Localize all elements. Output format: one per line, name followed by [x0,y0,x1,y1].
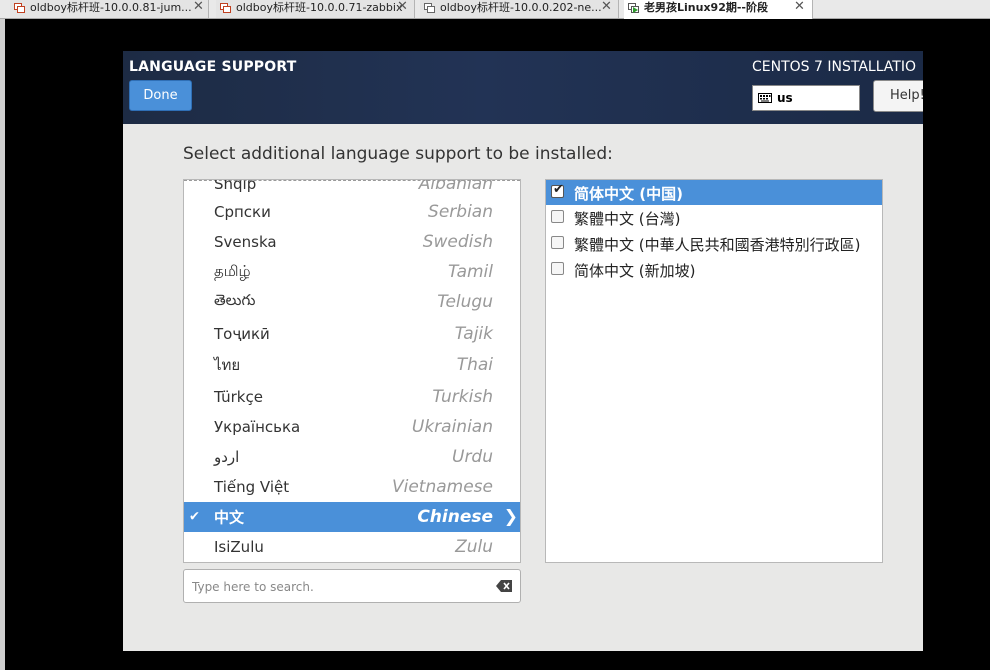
product-title: CENTOS 7 INSTALLATIO [752,59,917,75]
language-row[interactable]: தமிழ் Tamil [184,257,520,287]
language-english-name: Turkish [432,387,493,407]
language-native-name: 中文 [214,508,245,527]
checkmark-icon: ✔ [553,182,564,197]
tab-session-4[interactable]: 老男孩Linux92期--阶段 ✕ [624,0,813,19]
close-icon[interactable]: ✕ [193,0,204,15]
tab-session-1[interactable]: oldboy标杆班-10.0.0.81-jum... ✕ [10,0,209,18]
locale-label: 简体中文 (新加坡) [574,262,696,280]
help-button[interactable]: Help! [873,80,923,112]
keyboard-icon [758,93,772,103]
language-native-name: IsiZulu [214,538,264,556]
language-english-name: Albanian [418,179,493,194]
language-native-name: ไทย [214,356,241,374]
language-row[interactable]: తెలుగు Telugu [184,287,520,317]
close-icon[interactable]: ✕ [397,0,408,15]
language-english-name: Swedish [422,232,493,252]
locale-label: 繁體中文 (中華人民共和國香港特別行政區) [574,236,861,254]
language-row[interactable]: اردو Urdu [184,442,520,472]
locale-row[interactable]: 繁體中文 (台灣) [546,205,882,230]
language-native-name: Тоҷикӣ [214,325,270,343]
close-icon[interactable]: ✕ [601,0,612,15]
language-english-name: Chinese [417,507,493,527]
search-box[interactable] [183,569,521,603]
language-row[interactable]: Српски Serbian [184,197,520,227]
language-row[interactable]: Shqip Albanian [184,179,520,199]
locale-row[interactable]: ✔ 简体中文 (中国) [546,180,882,205]
instruction-text: Select additional language support to be… [183,144,613,164]
language-native-name: Türkçe [214,388,263,406]
installer-window: LANGUAGE SUPPORT Done CENTOS 7 INSTALLAT… [123,51,923,651]
language-native-name: Српски [214,203,271,221]
language-english-name: Urdu [452,447,493,467]
search-input[interactable] [190,576,484,598]
language-english-name: Ukrainian [411,417,493,437]
language-english-name: Tamil [447,262,493,282]
language-native-name: தமிழ் [214,262,251,280]
locale-checkbox[interactable] [551,262,564,275]
page-title: LANGUAGE SUPPORT [129,59,297,75]
language-english-name: Vietnamese [391,477,493,497]
done-button[interactable]: Done [129,80,192,111]
language-row[interactable]: ✔ 中文 Chinese ❯ [184,502,520,532]
language-english-name: Telugu [437,292,493,312]
language-native-name: Tiếng Việt [214,478,290,496]
terminal-session-icon [14,3,25,13]
locale-row[interactable]: 繁體中文 (中華人民共和國香港特別行政區) [546,231,882,256]
language-list[interactable]: Shqip Albanian Српски Serbian Svenska Swedish… [183,179,521,563]
language-native-name: తెలుగు [214,291,256,309]
language-native-name: اردو [214,448,240,466]
language-row[interactable]: Tiếng Việt Vietnamese [184,472,520,502]
tab-title: oldboy标杆班-10.0.0.81-jum... [30,1,192,14]
language-english-name: Serbian [428,202,493,222]
locale-label: 繁體中文 (台灣) [574,210,681,228]
language-native-name: Shqip [214,179,257,193]
language-english-name: Thai [456,355,493,375]
chevron-right-icon: ❯ [503,507,518,527]
clear-search-icon[interactable] [496,580,512,592]
terminal-session-icon [220,3,231,13]
language-row[interactable]: IsiZulu Zulu [184,532,520,562]
language-row[interactable]: ไทย Thai [184,350,520,380]
language-english-name: Zulu [455,537,493,557]
language-english-name: Tajik [454,324,493,344]
language-row[interactable]: Svenska Swedish [184,227,520,257]
tab-title: oldboy标杆班-10.0.0.202-ne... [440,1,602,14]
language-native-name: Українська [214,418,301,436]
tab-title: 老男孩Linux92期--阶段 [644,1,768,14]
language-row[interactable]: Türkçe Turkish [184,382,520,412]
installer-header: LANGUAGE SUPPORT Done CENTOS 7 INSTALLAT… [123,51,923,124]
terminal-session-icon [424,3,435,13]
language-row[interactable]: Тоҷикӣ Tajik [184,319,520,349]
keyboard-layout-label: us [777,91,793,105]
locale-label: 简体中文 (中国) [574,185,683,203]
tab-session-3[interactable]: oldboy标杆班-10.0.0.202-ne... ✕ [420,0,619,18]
checkmark-icon: ✔ [189,509,200,525]
locale-row[interactable]: 简体中文 (新加坡) [546,257,882,282]
tab-bar: oldboy标杆班-10.0.0.81-jum... ✕ oldboy标杆班-1… [0,0,990,19]
language-row[interactable]: Українська Ukrainian [184,412,520,442]
language-native-name: Svenska [214,233,277,251]
tab-session-2[interactable]: oldboy标杆班-10.0.0.71-zabbix ✕ [216,0,415,18]
tab-title: oldboy标杆班-10.0.0.71-zabbix [236,1,403,14]
locale-checkbox[interactable] [551,210,564,223]
close-icon[interactable]: ✕ [794,0,805,15]
keyboard-layout-indicator[interactable]: us [752,85,860,111]
locale-checkbox[interactable] [551,236,564,249]
window-left-edge [0,19,5,670]
running-session-icon [628,3,639,13]
locale-checkbox[interactable]: ✔ [551,182,564,198]
locale-list[interactable]: ✔ 简体中文 (中国) 繁體中文 (台灣) 繁體中文 (中華人民共和國香港特別行政區)… [545,179,883,563]
